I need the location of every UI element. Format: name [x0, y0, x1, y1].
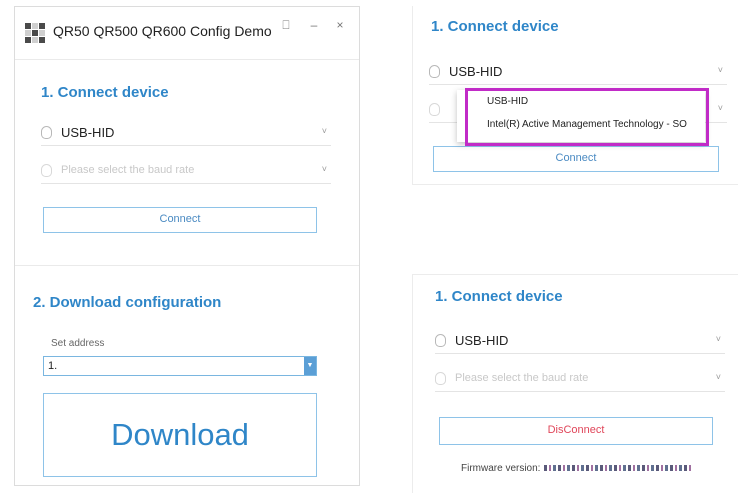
baud-radio-icon: [429, 103, 440, 116]
device-select[interactable]: USB-HID ˅: [41, 121, 331, 146]
chevron-down-icon: ˅: [717, 65, 723, 75]
chevron-down-icon: ˅: [717, 103, 723, 113]
device-select-value: USB-HID: [455, 333, 509, 348]
firmware-version-label: Firmware version:: [461, 463, 541, 474]
download-button[interactable]: Download: [43, 393, 317, 477]
device-radio-icon: [435, 334, 446, 347]
divider: [15, 265, 359, 266]
address-input-value: 1.: [48, 360, 58, 372]
baud-radio-icon: [41, 164, 52, 177]
pin-icon[interactable]: ⎕: [277, 17, 295, 33]
section-connect-title: 1. Connect device: [41, 84, 169, 101]
annotation-highlight-box: [465, 88, 709, 146]
config-window: QR50 QR500 QR600 Config Demo ⎕ – × 1. Co…: [14, 6, 360, 486]
address-label: Set address: [51, 338, 105, 349]
section-download-title: 2. Download configuration: [33, 294, 222, 311]
device-select-value: USB-HID: [449, 64, 503, 79]
device-radio-icon: [429, 65, 440, 78]
address-input[interactable]: 1. ▼: [43, 356, 317, 376]
chevron-down-icon: ˅: [715, 372, 721, 382]
divider: [15, 59, 359, 60]
close-button[interactable]: ×: [331, 17, 349, 33]
window-title: QR50 QR500 QR600 Config Demo: [53, 23, 272, 39]
baud-radio-icon: [435, 372, 446, 385]
baud-rate-placeholder: Please select the baud rate: [61, 164, 195, 176]
chevron-down-icon: ˅: [321, 126, 327, 136]
device-radio-icon: [41, 126, 52, 139]
baud-rate-select[interactable]: Please select the baud rate ˅: [435, 367, 725, 392]
address-dropdown-icon[interactable]: ▼: [304, 357, 316, 375]
connect-panel-dropdown-open: 1. Connect device USB-HID ˅ ˅ Connect US…: [412, 6, 738, 185]
device-select-value: USB-HID: [61, 125, 115, 140]
title-bar: QR50 QR500 QR600 Config Demo ⎕ – ×: [15, 7, 359, 59]
firmware-version: Firmware version:: [461, 463, 693, 474]
section-connect-title: 1. Connect device: [431, 18, 559, 35]
chevron-down-icon: ˅: [715, 334, 721, 344]
baud-rate-select[interactable]: Please select the baud rate ˅: [41, 159, 331, 184]
chevron-down-icon: ˅: [321, 164, 327, 174]
section-connect-title: 1. Connect device: [435, 288, 563, 305]
baud-rate-placeholder: Please select the baud rate: [455, 372, 589, 384]
device-select[interactable]: USB-HID ˅: [429, 60, 727, 85]
connect-panel-connected: 1. Connect device USB-HID ˅ Please selec…: [412, 274, 738, 493]
disconnect-button[interactable]: DisConnect: [439, 417, 713, 445]
connect-button[interactable]: Connect: [433, 146, 719, 172]
connect-button[interactable]: Connect: [43, 207, 317, 233]
app-qr-icon: [25, 23, 45, 43]
firmware-version-value-blurred: [544, 465, 693, 472]
device-select[interactable]: USB-HID ˅: [435, 329, 725, 354]
minimize-button[interactable]: –: [305, 17, 323, 33]
